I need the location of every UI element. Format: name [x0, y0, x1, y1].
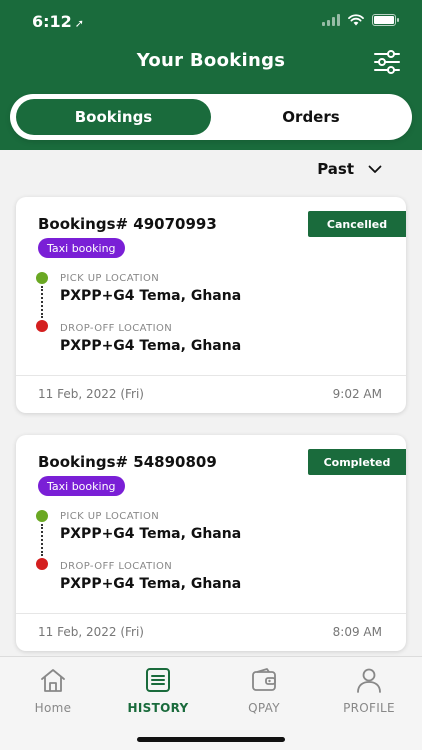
dropoff-dot-icon	[36, 558, 48, 570]
tab-bookings[interactable]: Bookings	[16, 99, 211, 135]
booking-number: Bookings# 49070993	[38, 215, 217, 233]
signal-icon	[322, 14, 340, 26]
home-indicator	[137, 737, 285, 742]
filter-settings-button[interactable]	[372, 49, 402, 75]
home-icon	[41, 669, 65, 692]
status-bar: 6:12 ➚	[0, 0, 422, 44]
person-icon	[357, 668, 381, 693]
status-badge: Cancelled	[308, 211, 406, 237]
route-connector	[41, 286, 43, 318]
wifi-icon	[348, 14, 364, 26]
pickup-location: PXPP+G4 Tema, Ghana	[60, 526, 242, 542]
booking-number: Bookings# 54890809	[38, 453, 217, 471]
status-badge: Completed	[308, 449, 406, 475]
pickup-label: PICK UP LOCATION	[60, 511, 160, 522]
bookings-orders-segment: Bookings Orders	[10, 94, 412, 140]
time-filter-value: Past	[317, 160, 354, 178]
booking-type-badge: Taxi booking	[38, 238, 125, 258]
card-divider	[16, 375, 406, 376]
bottom-nav: Home HISTORY QPAY PROFILE	[0, 656, 422, 750]
time-filter-dropdown[interactable]: Past	[317, 160, 382, 178]
tab-orders[interactable]: Orders	[215, 99, 407, 135]
chevron-down-icon	[368, 165, 382, 173]
booking-date: 11 Feb, 2022 (Fri)	[38, 625, 144, 639]
booking-time: 9:02 AM	[332, 387, 382, 401]
booking-type-badge: Taxi booking	[38, 476, 125, 496]
page-title: Your Bookings	[136, 50, 286, 71]
booking-time: 8:09 AM	[332, 625, 382, 639]
booking-date: 11 Feb, 2022 (Fri)	[38, 387, 144, 401]
booking-card[interactable]: Bookings# 54890809 Completed Taxi bookin…	[16, 435, 406, 651]
sliders-icon	[374, 50, 400, 74]
history-icon	[146, 668, 170, 692]
status-time: 6:12 ➚	[32, 12, 84, 31]
nav-item-profile[interactable]: PROFILE	[324, 667, 414, 727]
nav-label-qpay: QPAY	[248, 701, 280, 715]
dropoff-label: DROP-OFF LOCATION	[60, 323, 173, 334]
battery-icon	[372, 14, 399, 26]
dropoff-location: PXPP+G4 Tema, Ghana	[60, 338, 242, 354]
location-arrow-icon: ➚	[74, 17, 85, 30]
pickup-dot-icon	[36, 272, 48, 284]
nav-item-history[interactable]: HISTORY	[113, 667, 203, 727]
clock-text: 6:12	[32, 12, 72, 31]
wallet-icon	[252, 668, 276, 691]
dropoff-dot-icon	[36, 320, 48, 332]
status-icons	[322, 14, 399, 26]
nav-label-history: HISTORY	[127, 701, 189, 715]
nav-label-profile: PROFILE	[343, 701, 395, 715]
nav-item-qpay[interactable]: QPAY	[219, 667, 309, 727]
pickup-dot-icon	[36, 510, 48, 522]
pickup-location: PXPP+G4 Tema, Ghana	[60, 288, 242, 304]
route-connector	[41, 524, 43, 556]
pickup-label: PICK UP LOCATION	[60, 273, 160, 284]
card-divider	[16, 613, 406, 614]
nav-item-home[interactable]: Home	[8, 667, 98, 727]
dropoff-location: PXPP+G4 Tema, Ghana	[60, 576, 242, 592]
nav-label-home: Home	[34, 701, 72, 715]
booking-card[interactable]: Bookings# 49070993 Cancelled Taxi bookin…	[16, 197, 406, 413]
dropoff-label: DROP-OFF LOCATION	[60, 561, 173, 572]
